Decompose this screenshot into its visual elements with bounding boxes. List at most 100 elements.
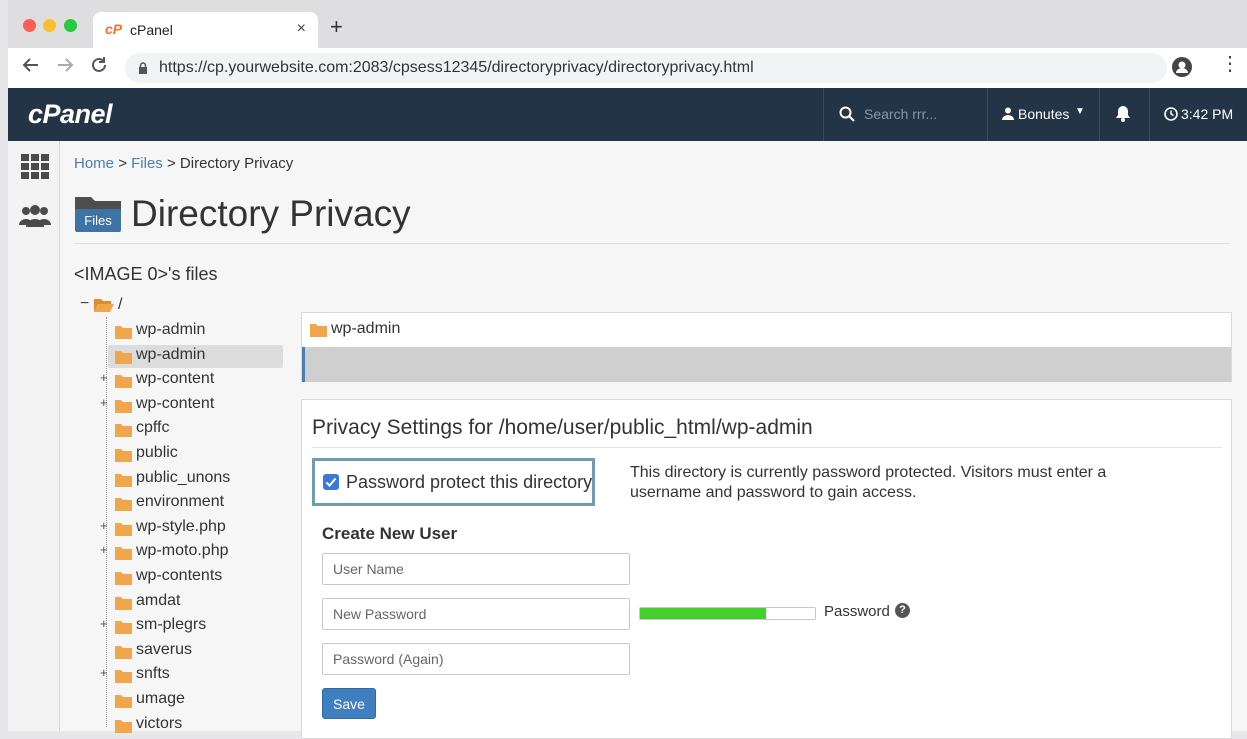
- help-icon[interactable]: ?: [895, 603, 910, 618]
- main-content: Home > Files > Directory Privacy Files D…: [60, 141, 1247, 739]
- tree-item-label: amdat: [136, 591, 181, 609]
- breadcrumb-current: Directory Privacy: [179, 155, 294, 172]
- expand-icon[interactable]: +: [100, 542, 110, 557]
- tree-root-label: /: [118, 296, 123, 313]
- new-tab-button[interactable]: +: [330, 14, 343, 40]
- folder-icon: [115, 546, 132, 565]
- tree-item[interactable]: cpffc: [98, 417, 283, 442]
- protection-status-text: This directory is currently password pro…: [630, 464, 1107, 501]
- folder-icon: [115, 325, 132, 344]
- folder-icon: [115, 374, 132, 393]
- expand-icon[interactable]: +: [100, 370, 110, 385]
- header-search-input[interactable]: Search rrr...: [864, 106, 937, 122]
- password-protect-label: Password protect this directory: [346, 472, 593, 492]
- grid-apps-icon[interactable]: [21, 154, 49, 185]
- password-strength-fill: [640, 608, 766, 619]
- expand-icon[interactable]: +: [100, 518, 110, 533]
- expand-icon[interactable]: +: [100, 665, 110, 680]
- tab-title: cPanel: [130, 22, 173, 38]
- folder-icon: [115, 399, 132, 418]
- close-window-button[interactable]: [23, 19, 36, 32]
- breadcrumb-home[interactable]: Home: [74, 155, 114, 172]
- browser-tab[interactable]: cP cPanel ×: [93, 12, 318, 48]
- back-arrow-icon[interactable]: [22, 56, 40, 80]
- tab-close-icon[interactable]: ×: [297, 20, 306, 38]
- tree-item-label: sm-plegrs: [136, 616, 207, 634]
- tree-item[interactable]: + sm-plegrs: [98, 614, 283, 639]
- divider: [312, 447, 1222, 448]
- address-bar[interactable]: https://cp.yourwebsite.com:2083/cpsess12…: [125, 53, 1167, 83]
- password-protect-option[interactable]: Password protect this directory: [312, 458, 595, 506]
- minimize-window-button[interactable]: [43, 19, 56, 32]
- password-protect-checkbox[interactable]: [323, 474, 339, 490]
- maximize-window-button[interactable]: [64, 19, 77, 32]
- cpanel-logo[interactable]: cPanel: [28, 99, 113, 130]
- browser-menu-icon[interactable]: ⋮: [1220, 54, 1240, 74]
- reload-icon[interactable]: [90, 56, 108, 80]
- clock-icon: [1164, 107, 1178, 126]
- tree-item-label: victors: [136, 714, 183, 732]
- selected-directory-label: wp-admin: [331, 320, 401, 337]
- tree-item[interactable]: + wp-style.php: [98, 516, 283, 541]
- tree-item-label: public: [136, 443, 178, 461]
- privacy-settings-title: Privacy Settings for /home/user/public_h…: [312, 416, 813, 439]
- new-password-field[interactable]: [322, 598, 630, 630]
- forward-arrow-icon[interactable]: [56, 56, 74, 80]
- tree-item[interactable]: public: [98, 442, 283, 467]
- create-user-heading: Create New User: [322, 524, 458, 543]
- tree-heading: <IMAGE 0>'s files: [74, 264, 218, 284]
- breadcrumb-separator: >: [118, 155, 127, 172]
- tree-item[interactable]: saverus: [98, 639, 283, 664]
- divider: [74, 243, 1230, 244]
- tree-item[interactable]: + wp-moto.php: [98, 540, 283, 565]
- username-field[interactable]: [322, 553, 630, 585]
- chevron-down-icon[interactable]: ▼: [1075, 106, 1085, 117]
- breadcrumb-files[interactable]: Files: [131, 155, 163, 172]
- tree-item[interactable]: + wp-content: [98, 368, 283, 393]
- privacy-settings-panel: Privacy Settings for /home/user/public_h…: [301, 399, 1232, 739]
- tree-item-label: cpffc: [136, 419, 170, 437]
- tree-item-label: wp-contents: [136, 566, 223, 584]
- expand-icon[interactable]: +: [100, 616, 110, 631]
- browser-tab-strip: cP cPanel × +: [8, 0, 1247, 48]
- tree-item[interactable]: public_unons: [98, 467, 283, 492]
- tree-item-label: wp-admin: [136, 345, 206, 363]
- folder-icon: [115, 694, 132, 713]
- browser-toolbar: https://cp.yourwebsite.com:2083/cpsess12…: [8, 48, 1247, 88]
- tree-item[interactable]: wp-admin: [98, 319, 283, 344]
- tree-item[interactable]: umage: [98, 688, 283, 713]
- tree-item[interactable]: wp-admin: [98, 344, 283, 369]
- folder-icon: [115, 719, 132, 738]
- folder-icon: [115, 473, 132, 492]
- folder-icon: [115, 669, 132, 688]
- tree-item-label: environment: [136, 493, 225, 511]
- open-folder-icon: [94, 298, 114, 318]
- password-again-field[interactable]: [322, 643, 630, 675]
- users-icon[interactable]: [18, 203, 52, 234]
- selected-directory-panel: wp-admin: [301, 312, 1232, 382]
- selected-directory-bar: [302, 347, 1231, 382]
- tree-item[interactable]: amdat: [98, 590, 283, 615]
- tree-item-label: umage: [136, 689, 185, 707]
- tree-item[interactable]: environment: [98, 491, 283, 516]
- account-icon[interactable]: [1172, 57, 1192, 77]
- tree-item-label: wp-content: [136, 370, 215, 388]
- user-menu[interactable]: Bonutes: [1018, 106, 1069, 122]
- password-strength-label: Password: [824, 603, 890, 620]
- tree-item[interactable]: victors: [98, 713, 283, 738]
- tree-item[interactable]: wp-contents: [98, 565, 283, 590]
- tree-item[interactable]: + wp-content: [98, 393, 283, 418]
- header-divider: [987, 88, 988, 141]
- folder-icon: [115, 497, 132, 516]
- collapse-icon[interactable]: −: [80, 295, 89, 313]
- folder-icon: [115, 522, 132, 541]
- page-title: Directory Privacy: [131, 193, 411, 234]
- password-strength-meter: [639, 607, 816, 620]
- save-button[interactable]: Save: [322, 688, 376, 719]
- tree-item[interactable]: + snfts: [98, 663, 283, 688]
- breadcrumb: Home > Files > Directory Privacy: [74, 155, 293, 172]
- search-icon: [839, 106, 855, 127]
- tree-item-label: public_unons: [136, 468, 231, 486]
- expand-icon[interactable]: +: [100, 395, 110, 410]
- bell-icon[interactable]: [1115, 105, 1131, 127]
